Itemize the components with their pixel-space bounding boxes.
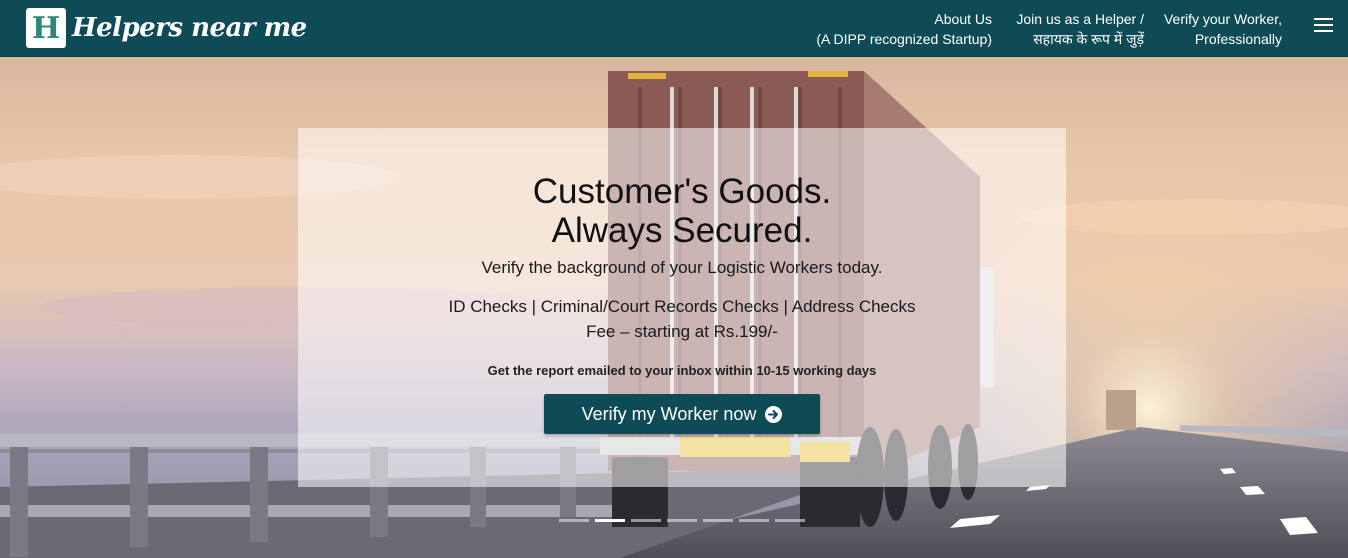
navbar: H Helpers near me About Us (A DIPP recog…: [0, 0, 1348, 57]
carousel-indicator[interactable]: [775, 519, 805, 522]
hero-headline-line1: Customer's Goods.: [532, 172, 832, 211]
logo-text: Helpers near me: [72, 13, 307, 43]
nav-about-us-line1: About Us: [934, 11, 992, 27]
nav-verify-worker[interactable]: Verify your Worker, Professionally: [1164, 9, 1282, 49]
hero-carousel: Customer's Goods. Always Secured. Verify…: [0, 57, 1348, 558]
hero-headline-line2: Always Secured.: [551, 211, 813, 250]
carousel-indicator-active[interactable]: [595, 519, 625, 522]
carousel-indicator[interactable]: [667, 519, 697, 522]
hamburger-menu-icon[interactable]: [1314, 17, 1334, 33]
nav-verify-line1: Verify your Worker,: [1163, 11, 1282, 27]
nav-join-as-helper[interactable]: Join us as a Helper / सहायक के रूप में ज…: [1016, 9, 1144, 49]
arrow-circle-right-icon: [765, 405, 783, 423]
nav-about-us[interactable]: About Us (A DIPP recognized Startup): [816, 9, 992, 49]
nav-join-line1: Join us as a Helper /: [1016, 11, 1144, 27]
logo-mark: H: [26, 8, 66, 48]
hero-headline: Customer's Goods. Always Secured.: [298, 172, 1066, 250]
nav-join-line2: सहायक के रूप में जुड़ें: [1033, 31, 1144, 47]
hero-text-card: Customer's Goods. Always Secured. Verify…: [298, 128, 1066, 487]
carousel-indicator[interactable]: [703, 519, 733, 522]
hero-checks-list: ID Checks | Criminal/Court Records Check…: [448, 297, 916, 316]
hero-fee: Fee – starting at Rs.199/-: [586, 322, 778, 341]
nav-about-us-line2: (A DIPP recognized Startup): [816, 31, 992, 47]
hero-tagline: Verify the background of your Logistic W…: [481, 258, 883, 277]
carousel-indicators: [559, 519, 811, 522]
carousel-indicator[interactable]: [739, 519, 769, 522]
carousel-indicator[interactable]: [559, 519, 589, 522]
logo[interactable]: H Helpers near me: [26, 8, 307, 48]
nav-verify-line2: Professionally: [1194, 31, 1282, 47]
verify-my-worker-button[interactable]: Verify my Worker now: [544, 394, 820, 434]
carousel-indicator[interactable]: [631, 519, 661, 522]
verify-my-worker-button-label: Verify my Worker now: [581, 403, 757, 424]
hero-report-note: Get the report emailed to your inbox wit…: [487, 363, 877, 378]
